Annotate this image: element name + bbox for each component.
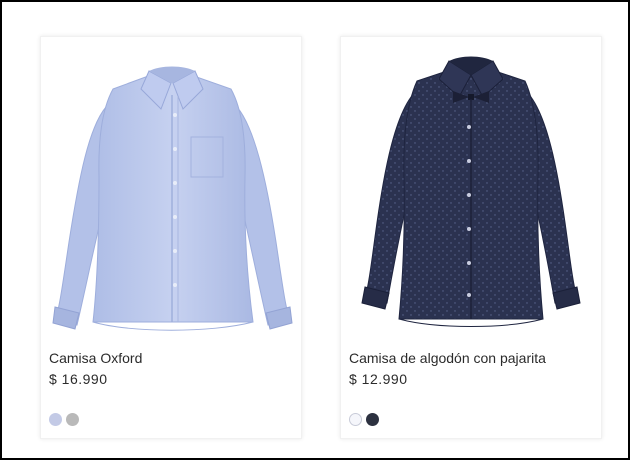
color-swatch-white[interactable] xyxy=(349,413,362,426)
color-swatches xyxy=(49,413,79,429)
product-price: $ 16.990 xyxy=(49,371,108,387)
product-name[interactable]: Camisa de algodón con pajarita xyxy=(349,350,546,367)
color-swatch-light-blue[interactable] xyxy=(49,413,62,426)
oxford-shirt-image xyxy=(52,66,293,331)
color-swatch-grey[interactable] xyxy=(66,413,79,426)
product-card[interactable]: Camisa Oxford $ 16.990 xyxy=(40,36,302,439)
product-card[interactable]: Camisa de algodón con pajarita $ 12.990 xyxy=(340,36,602,439)
product-name[interactable]: Camisa Oxford xyxy=(49,350,142,367)
color-swatches xyxy=(349,413,379,429)
product-image[interactable] xyxy=(41,37,301,337)
product-image[interactable] xyxy=(341,37,601,337)
product-price: $ 12.990 xyxy=(349,371,408,387)
product-grid-frame: Camisa Oxford $ 16.990 Camisa de algodón… xyxy=(0,0,630,460)
navy-shirt-image xyxy=(361,56,581,327)
color-swatch-dark-blue[interactable] xyxy=(366,413,379,426)
